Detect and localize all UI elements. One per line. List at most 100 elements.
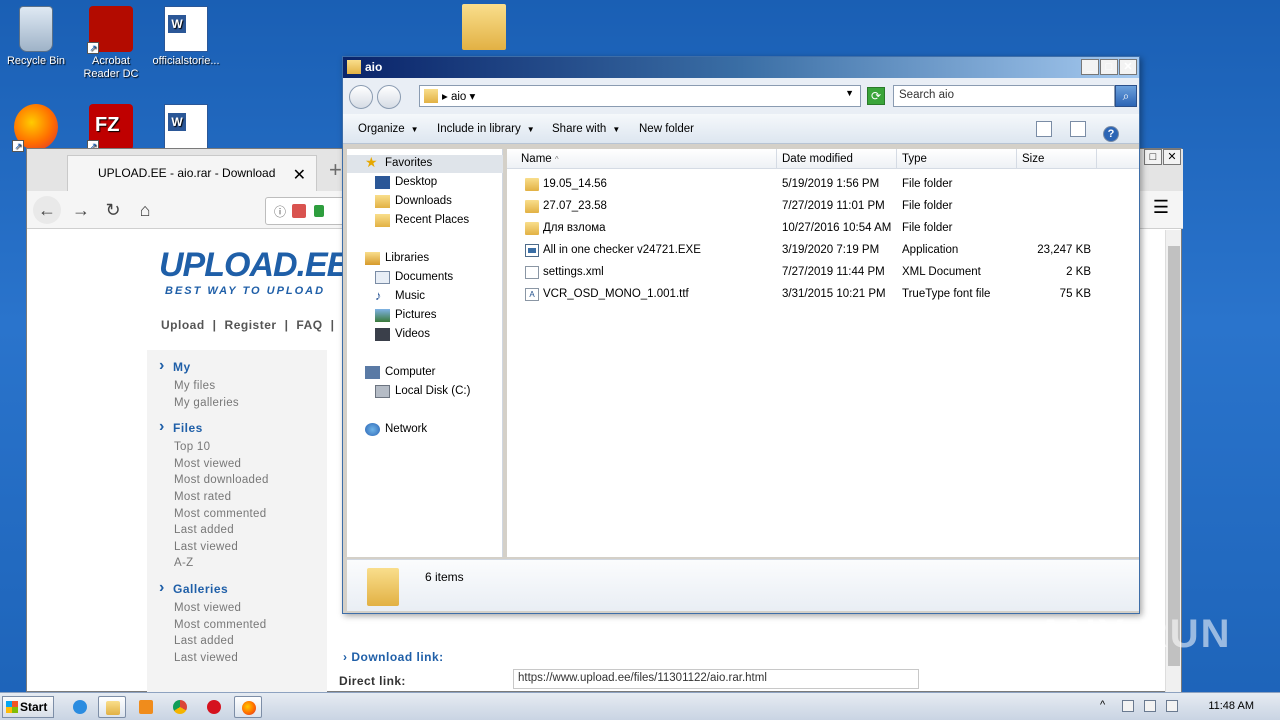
column-header-type[interactable]: Type [897, 149, 1017, 169]
search-input[interactable]: Search aio [893, 85, 1115, 107]
help-icon[interactable]: ? [1103, 126, 1119, 142]
menu-hamburger-icon[interactable]: ☰ [1153, 197, 1169, 218]
scrollbar-thumb[interactable] [1168, 246, 1180, 666]
nav-pictures[interactable]: Pictures [375, 309, 437, 322]
menu-item-top-10[interactable]: Top 10 [147, 439, 327, 456]
menu-item-most-rated[interactable]: Most rated [147, 489, 327, 506]
close-button[interactable]: ✕ [1163, 149, 1181, 165]
file-row[interactable]: settings.xml 7/27/2019 11:44 PM XML Docu… [507, 263, 1139, 283]
taskbar-ie[interactable] [66, 696, 94, 718]
desktop-icon-acrobat[interactable]: ↗ Acrobat Reader DC [75, 6, 147, 81]
file-row[interactable]: 19.05_14.56 5/19/2019 1:56 PM File folde… [507, 175, 1139, 195]
desktop-icon-word-doc-2[interactable] [150, 104, 222, 153]
action-center-flag-icon[interactable] [1166, 700, 1178, 712]
organize-menu[interactable]: Organize ▼ [358, 123, 419, 135]
back-button[interactable] [349, 85, 373, 109]
reload-icon[interactable]: ↻ [99, 196, 127, 224]
menu-item-galleries-most-commented[interactable]: Most commented [147, 617, 327, 634]
menu-heading-files[interactable]: Files [147, 418, 327, 436]
desktop-icon-filezilla[interactable]: ↗ [75, 104, 147, 153]
column-header-name[interactable]: Name ^ [507, 149, 777, 169]
breadcrumb-aio[interactable]: aio [451, 91, 466, 103]
chevron-down-icon[interactable]: ▼ [845, 88, 854, 98]
site-logo[interactable]: UPLOAD.EE [159, 246, 349, 285]
menu-heading-my[interactable]: My [147, 357, 327, 375]
column-header-date[interactable]: Date modified [777, 149, 897, 169]
menu-item-my-galleries[interactable]: My galleries [147, 395, 327, 412]
minimize-button[interactable]: _ [1081, 59, 1099, 75]
menu-item-last-viewed[interactable]: Last viewed [147, 539, 327, 556]
taskbar-chrome[interactable] [166, 696, 194, 718]
home-icon[interactable]: ⌂ [131, 196, 159, 224]
menu-item-galleries-last-added[interactable]: Last added [147, 633, 327, 650]
menu-heading-galleries[interactable]: Galleries [147, 579, 327, 597]
include-in-library-menu[interactable]: Include in library ▼ [437, 123, 535, 135]
file-type: File folder [902, 222, 953, 234]
folder-icon [525, 222, 539, 235]
desktop-icon-firefox[interactable]: ↗ [0, 104, 72, 153]
nav-libraries[interactable]: Libraries [365, 252, 429, 265]
nav-recent-places[interactable]: Recent Places [375, 214, 469, 227]
taskbar-opera[interactable] [200, 696, 228, 718]
share-with-menu[interactable]: Share with ▼ [552, 123, 620, 135]
nav-register-link[interactable]: Register [225, 318, 277, 332]
explorer-title-bar[interactable]: aio _ □ ✕ [343, 57, 1139, 78]
desktop-icon-folder[interactable] [448, 4, 520, 53]
hard-drive-icon [375, 385, 390, 398]
new-folder-button[interactable]: New folder [639, 123, 694, 135]
maximize-button[interactable]: □ [1100, 59, 1118, 75]
nav-faq-link[interactable]: FAQ [296, 318, 322, 332]
close-button[interactable]: ✕ [1119, 59, 1137, 75]
forward-arrow-icon[interactable]: → [67, 196, 95, 224]
direct-link-field[interactable]: https://www.upload.ee/files/11301122/aio… [513, 669, 919, 689]
menu-item-galleries-most-viewed[interactable]: Most viewed [147, 600, 327, 617]
view-options-icon[interactable] [1036, 121, 1053, 137]
taskbar-explorer[interactable] [98, 696, 126, 718]
browser-tab[interactable]: UPLOAD.EE - aio.rar - Download ✕ [67, 155, 317, 191]
refresh-icon[interactable]: ⟳ [867, 87, 885, 105]
desktop-icon-recycle-bin[interactable]: Recycle Bin [0, 6, 72, 68]
info-icon[interactable]: ⓘ [274, 203, 286, 220]
maximize-button[interactable]: □ [1144, 149, 1162, 165]
chevron-up-icon[interactable]: ^ [1100, 699, 1112, 711]
file-row[interactable]: Для взлома 10/27/2016 10:54 AM File fold… [507, 219, 1139, 239]
search-icon[interactable]: ⌕ [1115, 85, 1137, 107]
forward-button[interactable] [377, 85, 401, 109]
address-field[interactable]: ▸ aio ▾ ▼ [419, 85, 861, 107]
menu-item-my-files[interactable]: My files [147, 378, 327, 395]
file-row[interactable]: 27.07_23.58 7/27/2019 11:01 PM File fold… [507, 197, 1139, 217]
nav-desktop[interactable]: Desktop [375, 176, 437, 189]
nav-local-disk[interactable]: Local Disk (C:) [375, 385, 470, 398]
taskbar-media-player[interactable] [132, 696, 160, 718]
desktop-icon-word-doc[interactable]: officialstorie... [150, 6, 222, 68]
nav-favorites[interactable]: ★ Favorites [365, 154, 432, 170]
nav-downloads[interactable]: Downloads [375, 195, 452, 208]
volume-icon[interactable] [1144, 700, 1156, 712]
clock[interactable]: 11:48 AM [1208, 700, 1254, 712]
menu-item-most-downloaded[interactable]: Most downloaded [147, 472, 327, 489]
menu-item-most-viewed[interactable]: Most viewed [147, 456, 327, 473]
file-row[interactable]: A VCR_OSD_MONO_1.001.ttf 3/31/2015 10:21… [507, 285, 1139, 305]
menu-item-most-commented[interactable]: Most commented [147, 506, 327, 523]
nav-network[interactable]: Network [365, 423, 427, 436]
taskbar-firefox[interactable] [234, 696, 262, 718]
column-header-size[interactable]: Size [1017, 149, 1097, 169]
menu-item-galleries-last-viewed[interactable]: Last viewed [147, 650, 327, 667]
menu-item-a-z[interactable]: A-Z [147, 555, 327, 572]
network-tray-icon[interactable] [1122, 700, 1134, 712]
nav-music[interactable]: ♪ Music [375, 288, 425, 303]
nav-documents[interactable]: Documents [375, 271, 453, 284]
lock-icon[interactable] [314, 205, 324, 217]
tab-close-icon[interactable]: ✕ [293, 165, 306, 185]
menu-item-last-added[interactable]: Last added [147, 522, 327, 539]
nav-computer[interactable]: Computer [365, 366, 436, 379]
back-arrow-icon[interactable]: ← [33, 196, 61, 224]
nav-upload-link[interactable]: Upload [161, 318, 205, 332]
breadcrumb[interactable]: ▸ aio ▾ [442, 91, 475, 103]
nav-videos[interactable]: Videos [375, 328, 430, 341]
preview-pane-icon[interactable] [1069, 121, 1086, 137]
new-tab-button[interactable]: + [329, 157, 342, 183]
tracking-block-icon[interactable] [292, 204, 306, 218]
start-button[interactable]: Start [2, 696, 54, 718]
file-row[interactable]: All in one checker v24721.EXE 3/19/2020 … [507, 241, 1139, 261]
